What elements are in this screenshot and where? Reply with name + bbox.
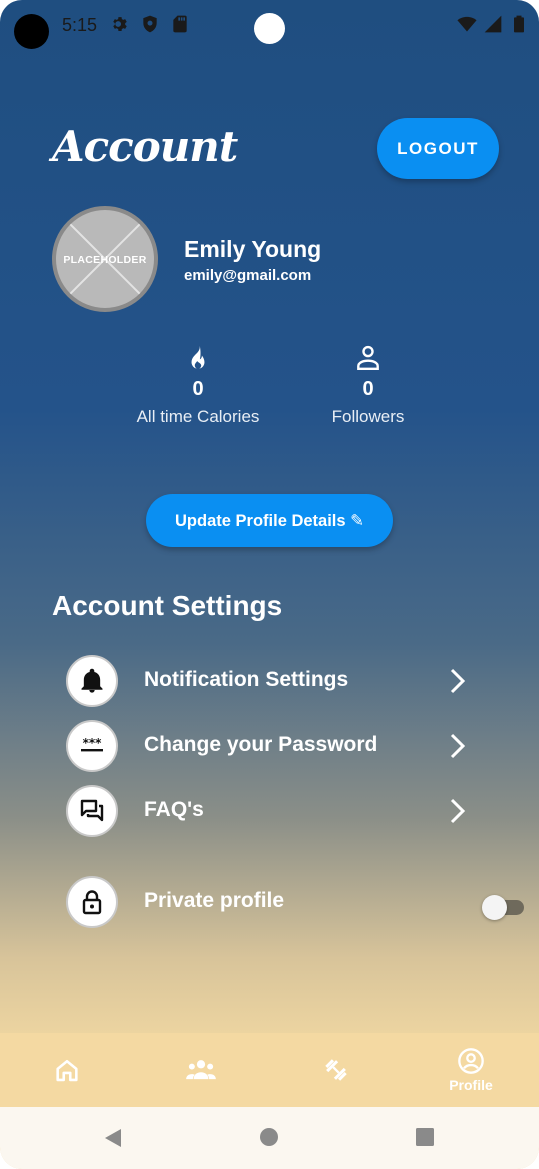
svg-text:***: *** [83,736,103,750]
nav-profile[interactable]: Profile [404,1033,538,1107]
bell-icon [81,668,103,693]
setting-label: Change your Password [144,733,378,756]
lock-icon [82,890,102,915]
chevron-right-icon [450,798,466,824]
private-profile-toggle[interactable] [482,895,526,920]
home-circle-icon[interactable] [259,1127,279,1147]
update-profile-button[interactable]: Update Profile Details ✎ [146,494,393,547]
wifi-icon [457,16,477,32]
account-screen: 5:15 Account LOGOUT PLACEHOLDER Emily Yo… [0,0,539,1169]
front-camera-dot [254,13,285,44]
system-nav-bar [0,1107,539,1169]
nav-home[interactable] [0,1033,134,1107]
nav-community[interactable] [134,1033,268,1107]
stat-calories: 0 All time Calories [113,344,283,427]
stat-followers[interactable]: 0 Followers [283,344,453,427]
person-icon [357,345,379,370]
settings-heading: Account Settings [52,590,283,621]
signal-icon [484,15,502,33]
page-title: Account [52,122,238,171]
followers-label: Followers [331,407,405,426]
avatar-placeholder-text: PLACEHOLDER [63,254,147,266]
status-time: 5:15 [62,15,98,35]
chat-icon [80,799,104,822]
setting-label: Private profile [144,889,285,912]
dumbbell-icon [325,1059,347,1081]
nav-workouts[interactable] [269,1033,403,1107]
logout-button[interactable]: LOGOUT [377,118,499,179]
sd-card-icon [173,15,187,33]
flame-icon [191,345,205,369]
avatar[interactable]: PLACEHOLDER [52,206,158,312]
profile-icon [458,1048,484,1074]
chevron-right-icon [450,733,466,759]
battery-icon [514,15,524,33]
user-email: emily@gmail.com [184,267,312,284]
password-icon: *** [81,736,103,752]
shield-icon [143,15,157,33]
user-name: Emily Young [184,236,322,262]
chevron-right-icon [450,668,466,694]
followers-value: 0 [362,378,374,400]
nav-profile-label: Profile [449,1077,493,1093]
recents-icon[interactable] [415,1127,435,1147]
setting-private-profile: Private profile [66,876,524,928]
setting-notification[interactable]: Notification Settings [66,655,486,707]
gear-icon [113,17,127,32]
setting-change-password[interactable]: *** Change your Password [66,720,486,772]
calories-label: All time Calories [136,407,260,426]
bottom-nav: Profile [0,1033,539,1107]
setting-label: Notification Settings [144,668,349,691]
back-icon[interactable] [102,1127,124,1149]
setting-label: FAQ's [144,798,204,821]
home-icon [56,1059,78,1082]
setting-faq[interactable]: FAQ's [66,785,486,837]
camera-cutout [14,14,49,49]
calories-value: 0 [192,378,204,400]
group-icon [186,1060,216,1080]
status-bar: 5:15 [0,0,539,56]
